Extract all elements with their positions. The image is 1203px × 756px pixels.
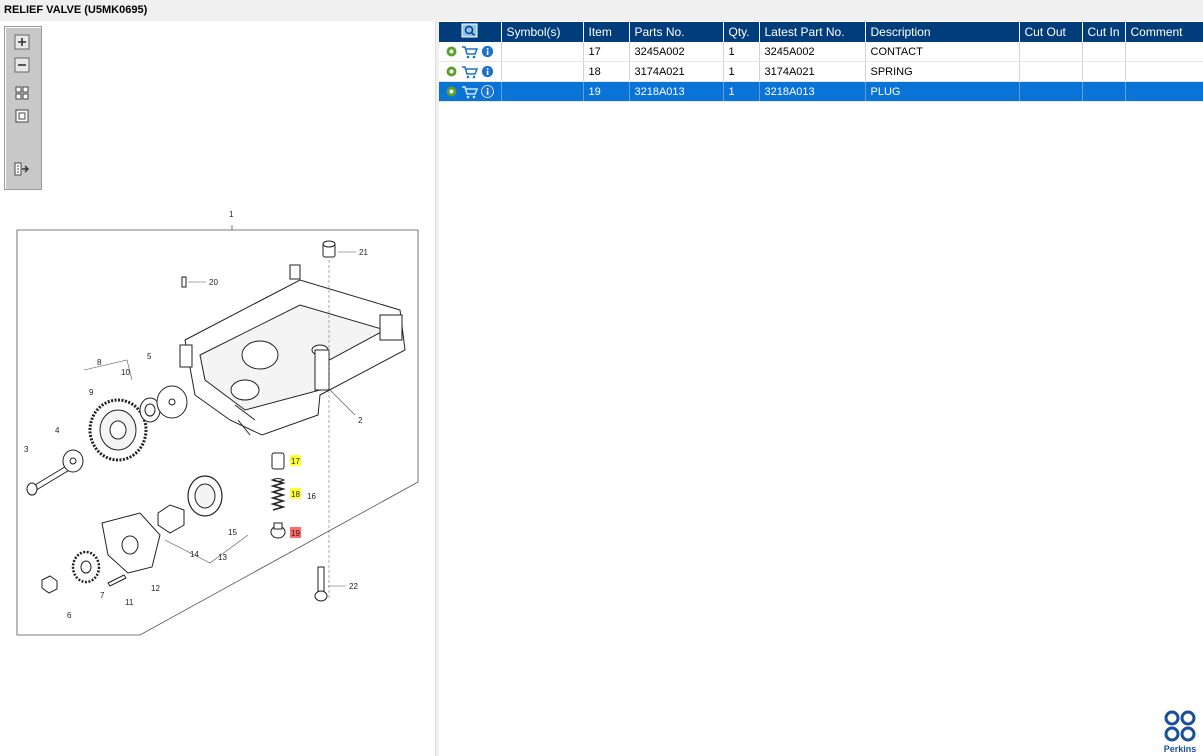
cell-cut-in <box>1082 42 1126 62</box>
bolt-3 <box>26 464 72 496</box>
callout-2[interactable]: 2 <box>358 416 363 425</box>
cell-cut-out <box>1019 61 1083 82</box>
col-parts-no[interactable]: Parts No. <box>629 22 724 42</box>
callout-20[interactable]: 20 <box>209 278 218 287</box>
gear-icon[interactable] <box>445 45 458 58</box>
callout-22[interactable]: 22 <box>349 582 358 591</box>
cell-item: 18 <box>583 61 630 82</box>
row-actions <box>439 42 502 62</box>
title-bar: RELIEF VALVE (U5MK0695) <box>0 0 1203 22</box>
cell-cut-in <box>1082 81 1126 102</box>
callout-21[interactable]: 21 <box>359 248 368 257</box>
cell-latest-part-no: 3245A002 <box>759 42 866 62</box>
cell-latest-part-no: 3218A013 <box>759 81 866 102</box>
perkins-logo: Perkins <box>1160 709 1200 754</box>
zoom-out-button[interactable] <box>13 56 31 74</box>
callout-5[interactable]: 5 <box>147 352 152 361</box>
callout-17[interactable]: 17 <box>291 457 300 466</box>
callout-19[interactable]: 19 <box>291 529 300 538</box>
col-latest-part-no[interactable]: Latest Part No. <box>759 22 866 42</box>
col-comment[interactable]: Comment <box>1125 22 1203 42</box>
info-icon[interactable] <box>481 45 494 58</box>
cell-cut-out <box>1019 81 1083 102</box>
info-icon[interactable] <box>481 85 494 98</box>
cell-symbols <box>501 42 584 62</box>
gear-icon[interactable] <box>445 65 458 78</box>
zoom-in-icon <box>14 34 30 50</box>
actual-size-icon <box>15 109 29 123</box>
callout-1[interactable]: 1 <box>229 210 234 219</box>
callout-11[interactable]: 11 <box>125 598 134 607</box>
cell-comment <box>1125 81 1203 102</box>
callout-9[interactable]: 9 <box>89 388 94 397</box>
callout-16[interactable]: 16 <box>307 492 316 501</box>
callout-4[interactable]: 4 <box>55 426 60 435</box>
callout-13[interactable]: 13 <box>218 553 227 562</box>
pump-housing <box>179 264 406 436</box>
page-title: RELIEF VALVE (U5MK0695) <box>4 4 148 16</box>
cell-qty: 1 <box>723 42 760 62</box>
cell-parts-no: 3218A013 <box>629 81 724 102</box>
search-icon <box>461 23 478 37</box>
callout-18[interactable]: 18 <box>291 490 300 499</box>
cell-comment <box>1125 61 1203 82</box>
cell-symbols <box>501 81 584 102</box>
gear-icon[interactable] <box>445 85 458 98</box>
perkins-logo-icon <box>1164 710 1196 742</box>
col-cut-in[interactable]: Cut In <box>1082 22 1126 42</box>
drive-gear <box>88 398 148 462</box>
info-icon[interactable] <box>481 65 494 78</box>
export-icon <box>14 162 29 176</box>
callout-8[interactable]: 8 <box>97 358 102 367</box>
table-row[interactable]: 17 3245A002 1 3245A002 CONTACT <box>439 42 1203 62</box>
col-qty[interactable]: Qty. <box>723 22 760 42</box>
cell-item: 17 <box>583 42 630 62</box>
cell-description: SPRING <box>865 61 1020 82</box>
cart-icon[interactable] <box>461 85 478 99</box>
callout-12[interactable]: 12 <box>151 584 160 593</box>
cell-qty: 1 <box>723 61 760 82</box>
cart-icon[interactable] <box>461 65 478 79</box>
fit-all-icon <box>15 86 29 100</box>
row-actions <box>439 81 502 102</box>
col-description[interactable]: Description <box>865 22 1020 42</box>
parts-table: Symbol(s) Item Parts No. Qty. Latest Par… <box>439 22 1203 102</box>
actual-size-button[interactable] <box>13 107 31 125</box>
cell-item: 19 <box>583 81 630 102</box>
cell-latest-part-no: 3174A021 <box>759 61 866 82</box>
exploded-parts-diagram: 1 2 20 21 9 8 10 5 3 4 15 14 13 12 7 6 1… <box>16 210 419 636</box>
cell-cut-out <box>1019 42 1083 62</box>
row-actions <box>439 61 502 82</box>
perkins-wordmark: Perkins <box>1163 744 1197 754</box>
cell-parts-no: 3174A021 <box>629 61 724 82</box>
table-header-row: Symbol(s) Item Parts No. Qty. Latest Par… <box>439 22 1203 42</box>
zoom-in-button[interactable] <box>13 33 31 51</box>
callout-3[interactable]: 3 <box>24 445 29 454</box>
parts-list-pane: Symbol(s) Item Parts No. Qty. Latest Par… <box>439 21 1203 756</box>
zoom-out-icon <box>14 57 30 73</box>
cart-icon[interactable] <box>461 45 478 59</box>
callout-10[interactable]: 10 <box>121 368 130 377</box>
diagram-toolbox <box>4 26 42 190</box>
callout-7[interactable]: 7 <box>100 591 105 600</box>
search-column-header[interactable] <box>439 22 502 42</box>
cell-description: PLUG <box>865 81 1020 102</box>
col-symbols[interactable]: Symbol(s) <box>501 22 584 42</box>
cell-cut-in <box>1082 61 1126 82</box>
callout-15[interactable]: 15 <box>228 528 237 537</box>
callout-14[interactable]: 14 <box>190 550 199 559</box>
cell-symbols <box>501 61 584 82</box>
export-button[interactable] <box>13 160 31 178</box>
cell-qty: 1 <box>723 81 760 102</box>
cell-description: CONTACT <box>865 42 1020 62</box>
table-row[interactable]: 18 3174A021 1 3174A021 SPRING <box>439 61 1203 82</box>
cell-comment <box>1125 42 1203 62</box>
callout-6[interactable]: 6 <box>67 611 72 620</box>
table-row[interactable]: 19 3218A013 1 3218A013 PLUG <box>439 81 1203 102</box>
col-cut-out[interactable]: Cut Out <box>1019 22 1083 42</box>
cell-parts-no: 3245A002 <box>629 42 724 62</box>
fit-all-button[interactable] <box>13 84 31 102</box>
col-item[interactable]: Item <box>583 22 630 42</box>
